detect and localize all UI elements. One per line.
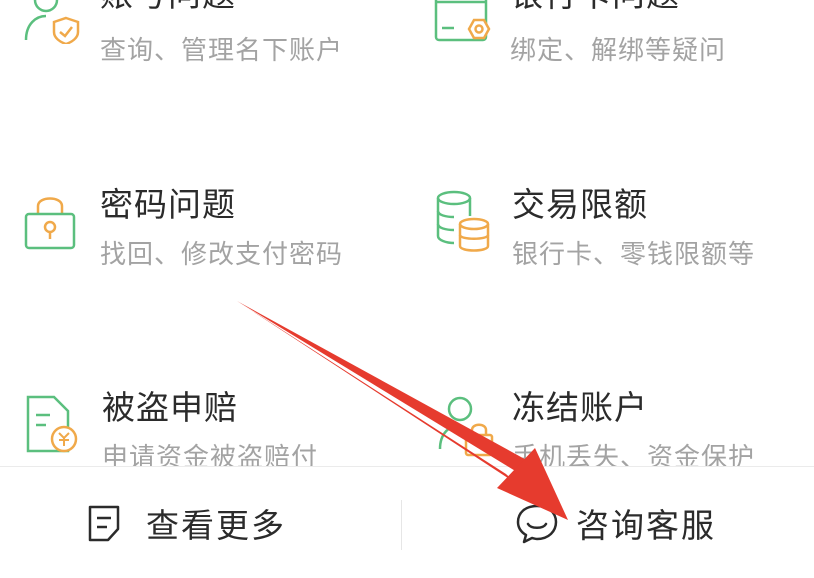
menu-item-limit[interactable]: 交易限额 银行卡、零钱限额等 bbox=[434, 185, 814, 310]
bank-card-icon bbox=[434, 0, 491, 42]
menu-item-title: 被盗申赔 bbox=[102, 388, 238, 427]
menu-item-title: 银行卡问题 bbox=[510, 0, 680, 16]
contact-service-label: 咨询客服 bbox=[576, 505, 716, 545]
contact-service-button[interactable]: 咨询客服 bbox=[514, 467, 716, 578]
menu-item-password[interactable]: 密码问题 找回、修改支付密码 bbox=[22, 185, 402, 310]
menu-item-desc: 绑定、解绑等疑问 bbox=[510, 36, 727, 66]
user-lock-icon bbox=[438, 396, 494, 457]
claim-document-icon bbox=[26, 395, 78, 453]
faq-menu: 账号问题 查询、管理名下账户 银行卡问题 绑定、解绑等疑问 密码问题 找回、修改… bbox=[0, 0, 814, 473]
chat-bubble-icon bbox=[516, 504, 558, 543]
user-shield-icon bbox=[24, 0, 80, 44]
footer-bar: 查看更多 咨询客服 bbox=[0, 467, 814, 578]
coin-stack-icon bbox=[436, 190, 490, 252]
lock-icon bbox=[24, 197, 76, 250]
menu-item-bank-card[interactable]: 银行卡问题 绑定、解绑等疑问 bbox=[432, 0, 812, 100]
view-more-label: 查看更多 bbox=[146, 505, 286, 545]
menu-item-desc: 找回、修改支付密码 bbox=[100, 240, 344, 270]
menu-item-desc: 查询、管理名下账户 bbox=[100, 36, 344, 66]
menu-item-account[interactable]: 账号问题 查询、管理名下账户 bbox=[22, 0, 402, 100]
menu-item-title: 账号问题 bbox=[100, 0, 236, 16]
menu-item-desc: 银行卡、零钱限额等 bbox=[512, 240, 756, 270]
view-more-button[interactable]: 查看更多 bbox=[86, 467, 286, 578]
menu-item-title: 交易限额 bbox=[512, 185, 648, 224]
menu-item-title: 冻结账户 bbox=[512, 388, 648, 427]
document-icon bbox=[88, 505, 120, 541]
menu-item-title: 密码问题 bbox=[100, 185, 236, 224]
footer-separator bbox=[401, 500, 402, 550]
